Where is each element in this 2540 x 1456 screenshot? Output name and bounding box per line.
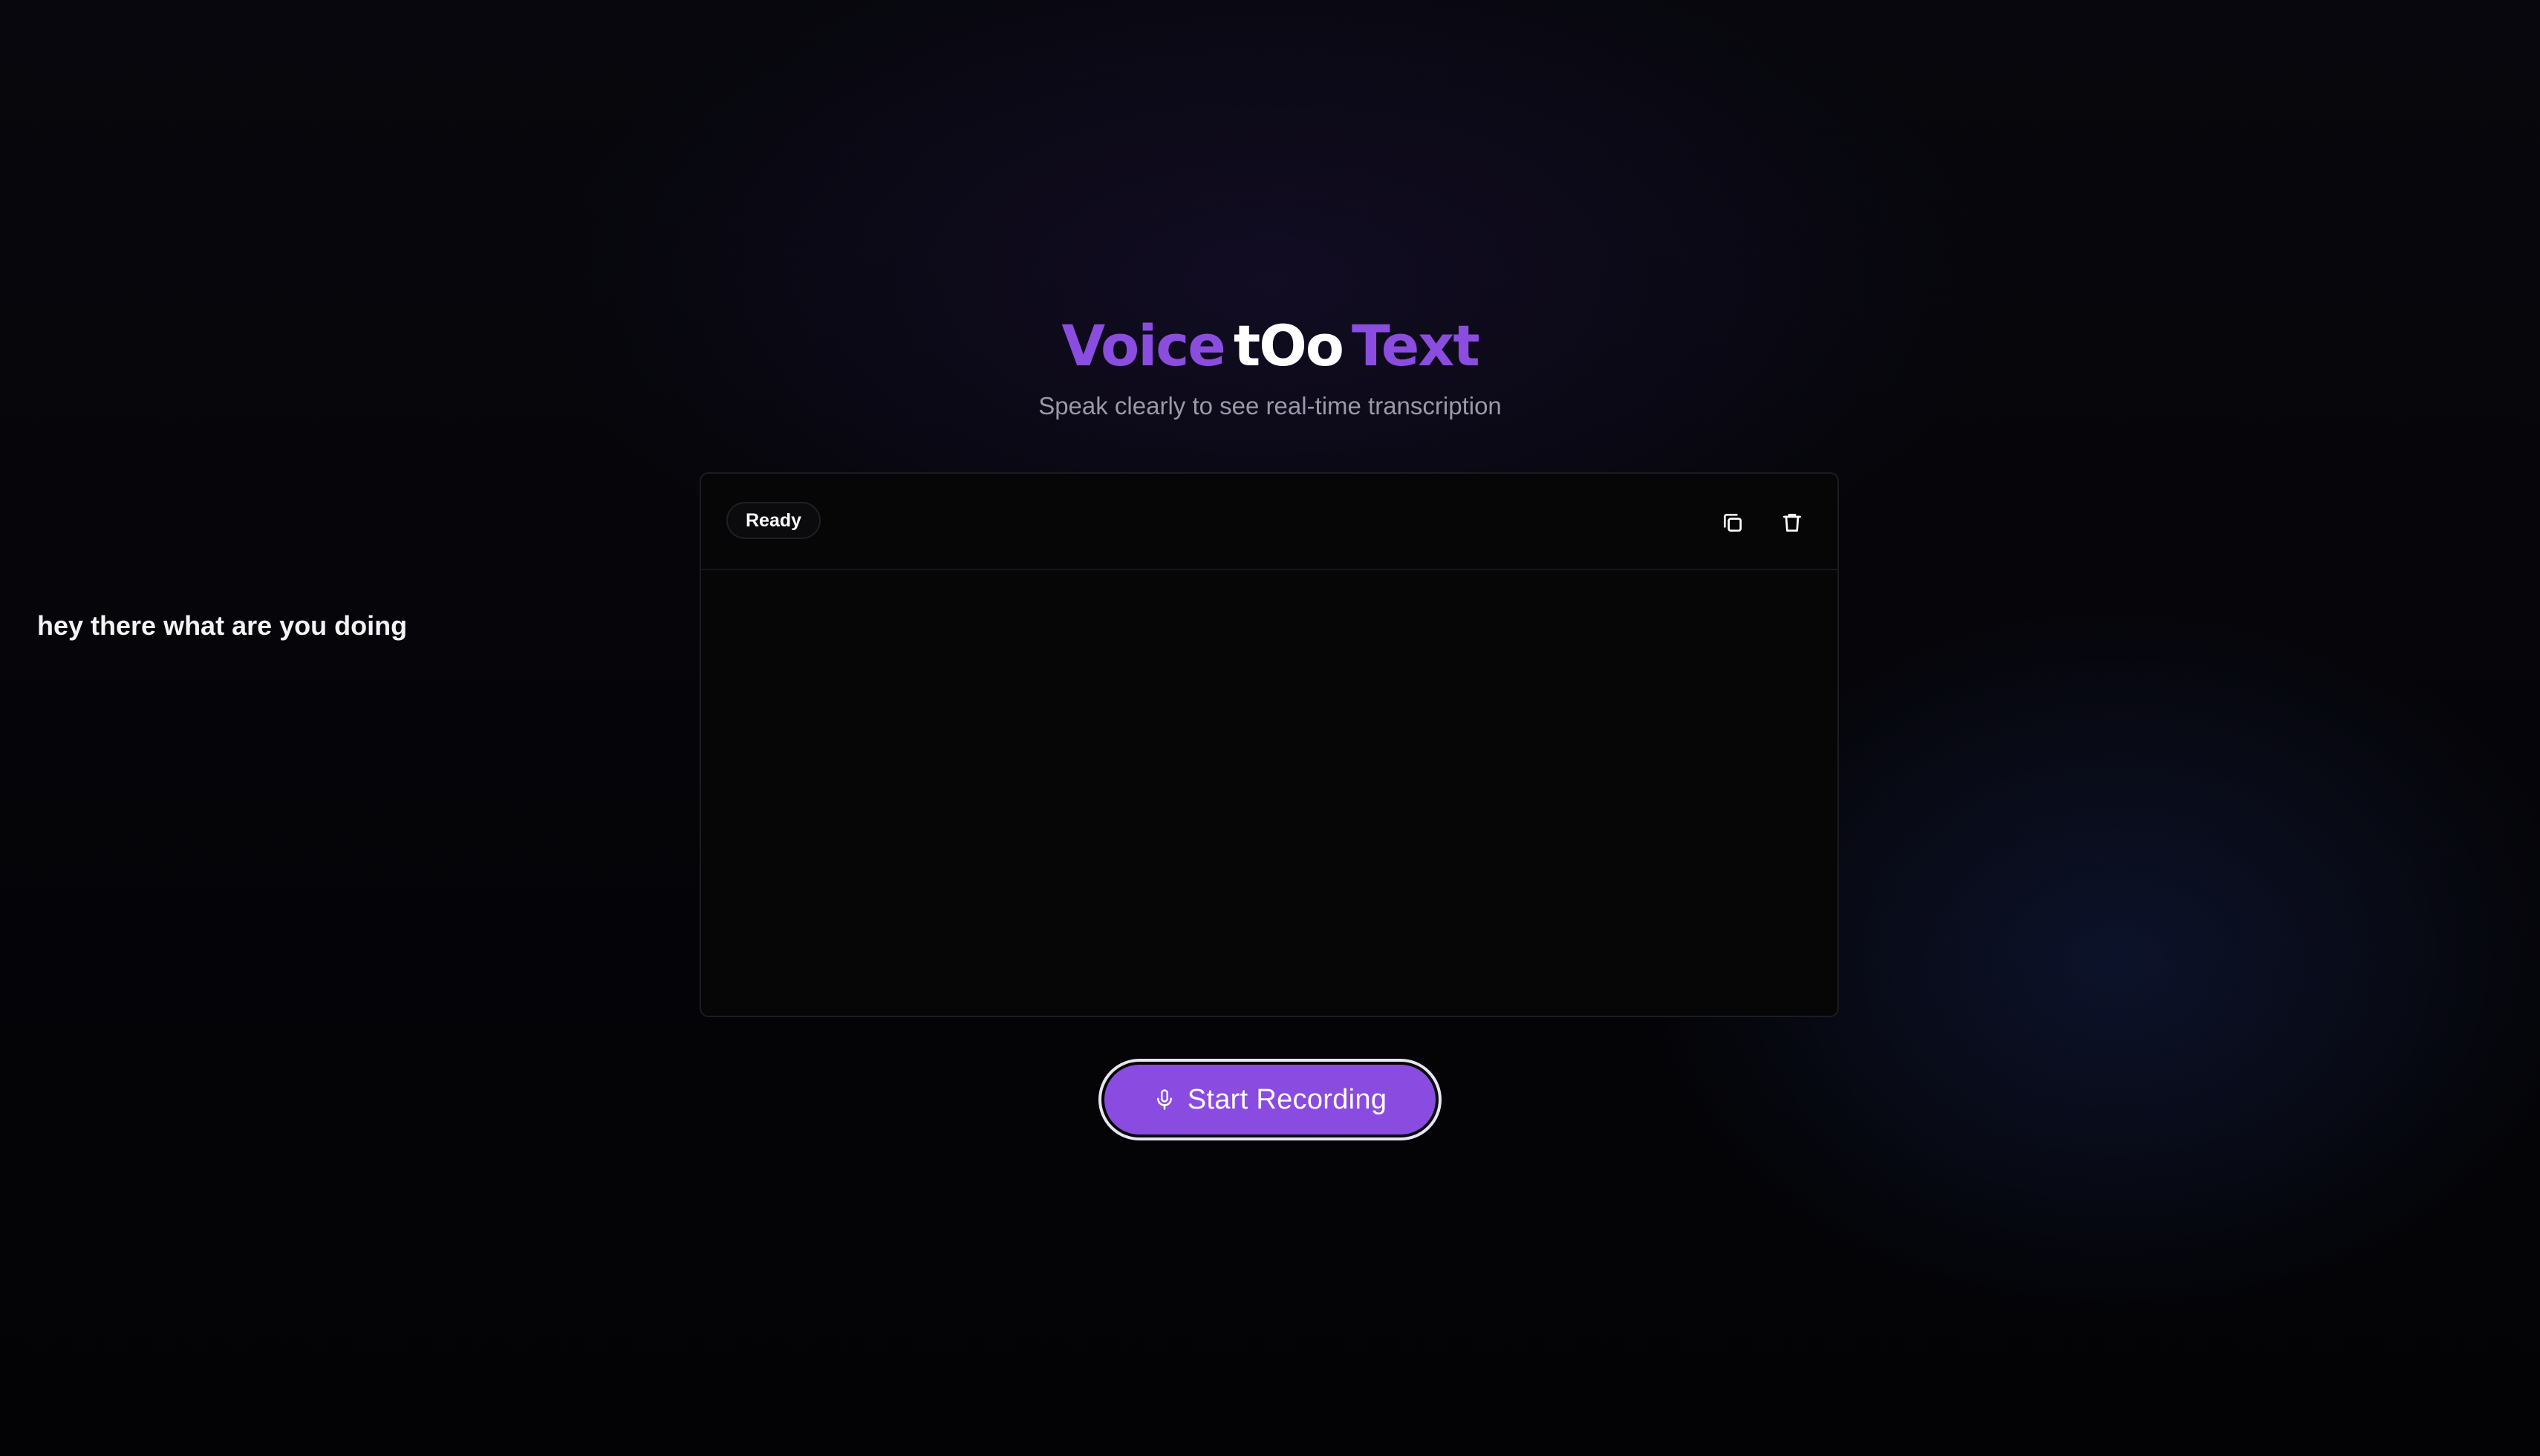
status-badge: Ready [726,502,821,539]
start-recording-label: Start Recording [1187,1083,1387,1115]
copy-button[interactable] [1714,504,1751,541]
start-recording-button-fill[interactable]: Start Recording [1104,1065,1436,1135]
transcription-card: Ready [700,472,1839,1017]
transcript-text: hey there what are you doing [37,610,408,641]
title-voice: Voice [1061,313,1226,379]
card-header: Ready [701,474,1837,570]
trash-icon [1780,511,1804,535]
app-subtitle: Speak clearly to see real-time transcrip… [1038,392,1502,420]
title-text: Text [1352,313,1480,379]
copy-icon [1721,511,1745,535]
delete-button[interactable] [1774,504,1811,541]
start-recording-button[interactable]: Start Recording [1098,1059,1442,1140]
title-too: tOo [1233,313,1344,379]
mic-icon [1153,1088,1176,1111]
app-title: Voice tOo Text [0,310,2540,382]
